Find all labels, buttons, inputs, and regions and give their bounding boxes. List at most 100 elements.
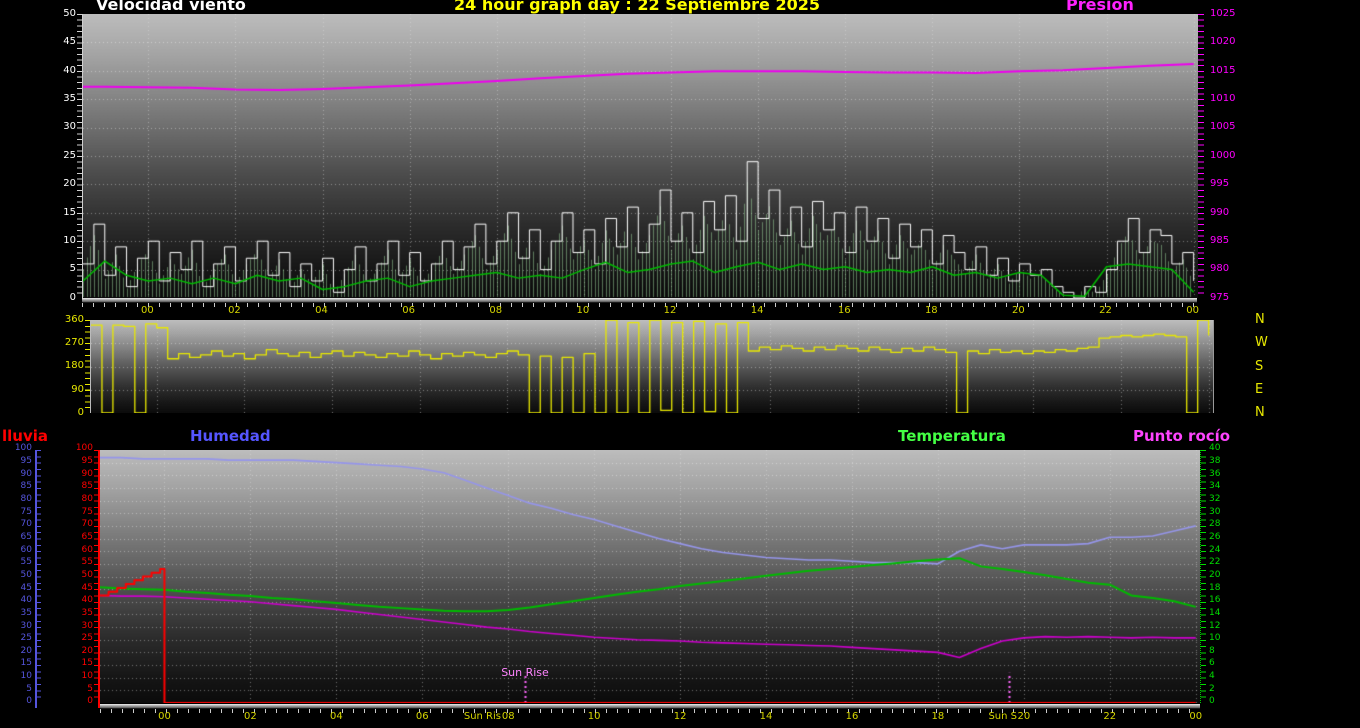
pressure-axis-ticks — [1198, 14, 1204, 298]
compass-letter-W-1: W — [1255, 335, 1268, 351]
rain-legend-label: lluvia — [2, 427, 49, 445]
wind-y-tick: 0 — [69, 291, 76, 303]
sun-rise-axis-label: Sun Ris — [463, 711, 501, 722]
rain-y-tick: 45 — [81, 582, 93, 593]
top-x-axis-label: 10 — [576, 305, 590, 316]
humidity-y-tick: 90 — [20, 468, 32, 479]
pressure-title: Presión — [1066, 0, 1134, 14]
temperature-y-tick: 16 — [1209, 595, 1221, 606]
temperature-y-tick: 18 — [1209, 582, 1221, 593]
humidity-y-tick: 55 — [20, 557, 32, 568]
wind-y-tick: 45 — [63, 36, 76, 48]
direction-y-tick: 180 — [64, 360, 84, 372]
temperature-y-tick: 2 — [1209, 683, 1215, 694]
rain-y-tick: 95 — [81, 456, 93, 467]
rain-y-tick: 0 — [87, 696, 93, 707]
top-x-axis-label: 04 — [315, 305, 328, 316]
direction-y-tick: 0 — [77, 406, 84, 418]
temperature-y-tick: 14 — [1209, 607, 1221, 618]
compass-letter-E-3: E — [1255, 381, 1264, 397]
rain-axis-ticks — [94, 450, 98, 703]
humidity-y-tick: 80 — [20, 494, 32, 505]
pressure-y-tick: 1000 — [1210, 149, 1236, 161]
rain-y-tick: 10 — [81, 671, 93, 682]
humidity-y-tick: 75 — [20, 506, 32, 517]
direction-y-tick: 270 — [64, 337, 84, 349]
sun-rise-annotation: Sun Rise — [501, 666, 549, 679]
rain-y-tick: 30 — [81, 620, 93, 631]
humidity-y-tick: 85 — [20, 481, 32, 492]
rain-y-tick: 80 — [81, 494, 93, 505]
top-x-axis-label: 00 — [1186, 305, 1200, 316]
pressure-y-tick: 980 — [1210, 263, 1230, 275]
temperature-y-tick: 0 — [1209, 696, 1215, 707]
pressure-y-tick: 1015 — [1210, 64, 1236, 76]
humidity-axis-ticks — [37, 450, 41, 703]
bottom-x-axis-label: 00 — [1189, 711, 1203, 722]
temperature-axis-ticks — [1201, 450, 1206, 703]
top-x-axis-label: 12 — [663, 305, 677, 316]
compass-letter-N-4: N — [1255, 405, 1265, 420]
top-x-axis-label: 18 — [924, 305, 938, 316]
temperature-y-tick: 20 — [1209, 569, 1221, 580]
bottom-x-axis-label: 16 — [845, 711, 859, 722]
humidity-y-tick: 20 — [20, 645, 32, 656]
temperature-y-tick: 24 — [1209, 544, 1221, 555]
temperature-y-tick: 10 — [1209, 633, 1221, 644]
pressure-y-tick: 995 — [1210, 178, 1230, 190]
wind-y-tick: 30 — [63, 121, 76, 133]
bottom-x-axis-label: 22 — [1103, 711, 1117, 722]
rain-y-tick: 90 — [81, 468, 93, 479]
temperature-y-tick: 8 — [1209, 645, 1215, 656]
humidity-y-tick: 40 — [20, 595, 32, 606]
wind-y-tick: 5 — [69, 263, 76, 275]
temperature-legend-label: Temperatura — [898, 427, 1006, 445]
top-x-axis-label: 08 — [489, 305, 503, 316]
temperature-y-tick: 40 — [1209, 443, 1221, 454]
rain-y-tick: 5 — [87, 683, 93, 694]
pressure-y-tick: 1025 — [1210, 7, 1236, 19]
pressure-y-tick: 990 — [1210, 206, 1230, 218]
rain-y-tick: 85 — [81, 481, 93, 492]
sun-set-axis-label: Sun S — [988, 711, 1017, 722]
humidity-y-tick: 100 — [14, 443, 32, 454]
wind-y-tick: 35 — [63, 93, 76, 104]
direction-y-tick: 90 — [71, 383, 84, 395]
rain-y-tick: 65 — [81, 531, 93, 542]
temperature-y-tick: 22 — [1209, 557, 1221, 568]
temperature-y-tick: 38 — [1209, 456, 1221, 467]
top-x-axis-label: 00 — [140, 305, 154, 316]
bottom-x-axis-label: 20 — [1017, 711, 1031, 722]
wind-y-tick: 10 — [63, 235, 76, 246]
rain-y-tick: 100 — [75, 443, 93, 454]
temperature-y-tick: 30 — [1209, 506, 1221, 517]
bottom-x-axis-label: 00 — [158, 711, 171, 722]
wind-y-tick: 50 — [63, 7, 76, 19]
rain-y-tick: 20 — [81, 645, 93, 656]
direction-axis-ticks — [85, 320, 90, 413]
top-x-axis-label: 22 — [1099, 305, 1112, 316]
bottom-x-axis-label: 12 — [673, 711, 687, 722]
wind-y-tick: 15 — [63, 206, 76, 218]
wind-speed-title: Velocidad viento — [96, 0, 246, 14]
humidity-y-tick: 25 — [20, 633, 32, 644]
humidity-y-tick: 45 — [20, 582, 32, 593]
pressure-y-tick: 975 — [1210, 291, 1230, 303]
pressure-y-tick: 1020 — [1210, 36, 1236, 48]
temperature-y-tick: 36 — [1209, 468, 1221, 479]
wind-direction-chart — [90, 320, 1214, 413]
top-x-axis-label: 06 — [402, 305, 416, 316]
top-x-axis-label: 14 — [750, 305, 764, 316]
temperature-y-tick: 6 — [1209, 658, 1215, 669]
temperature-y-tick: 32 — [1209, 494, 1221, 505]
humidity-y-tick: 10 — [20, 671, 32, 682]
temperature-y-tick: 26 — [1209, 531, 1221, 542]
humidity-y-tick: 70 — [20, 519, 32, 530]
dew-point-legend-label: Punto rocío — [1133, 427, 1231, 445]
bottom-x-axis-label: 04 — [329, 711, 343, 722]
rain-y-tick: 50 — [81, 569, 93, 580]
direction-y-tick: 360 — [64, 313, 84, 325]
pressure-y-tick: 1010 — [1210, 93, 1236, 104]
rain-axis-line — [98, 450, 100, 708]
humidity-temperature-dew-rain-chart — [100, 450, 1201, 703]
